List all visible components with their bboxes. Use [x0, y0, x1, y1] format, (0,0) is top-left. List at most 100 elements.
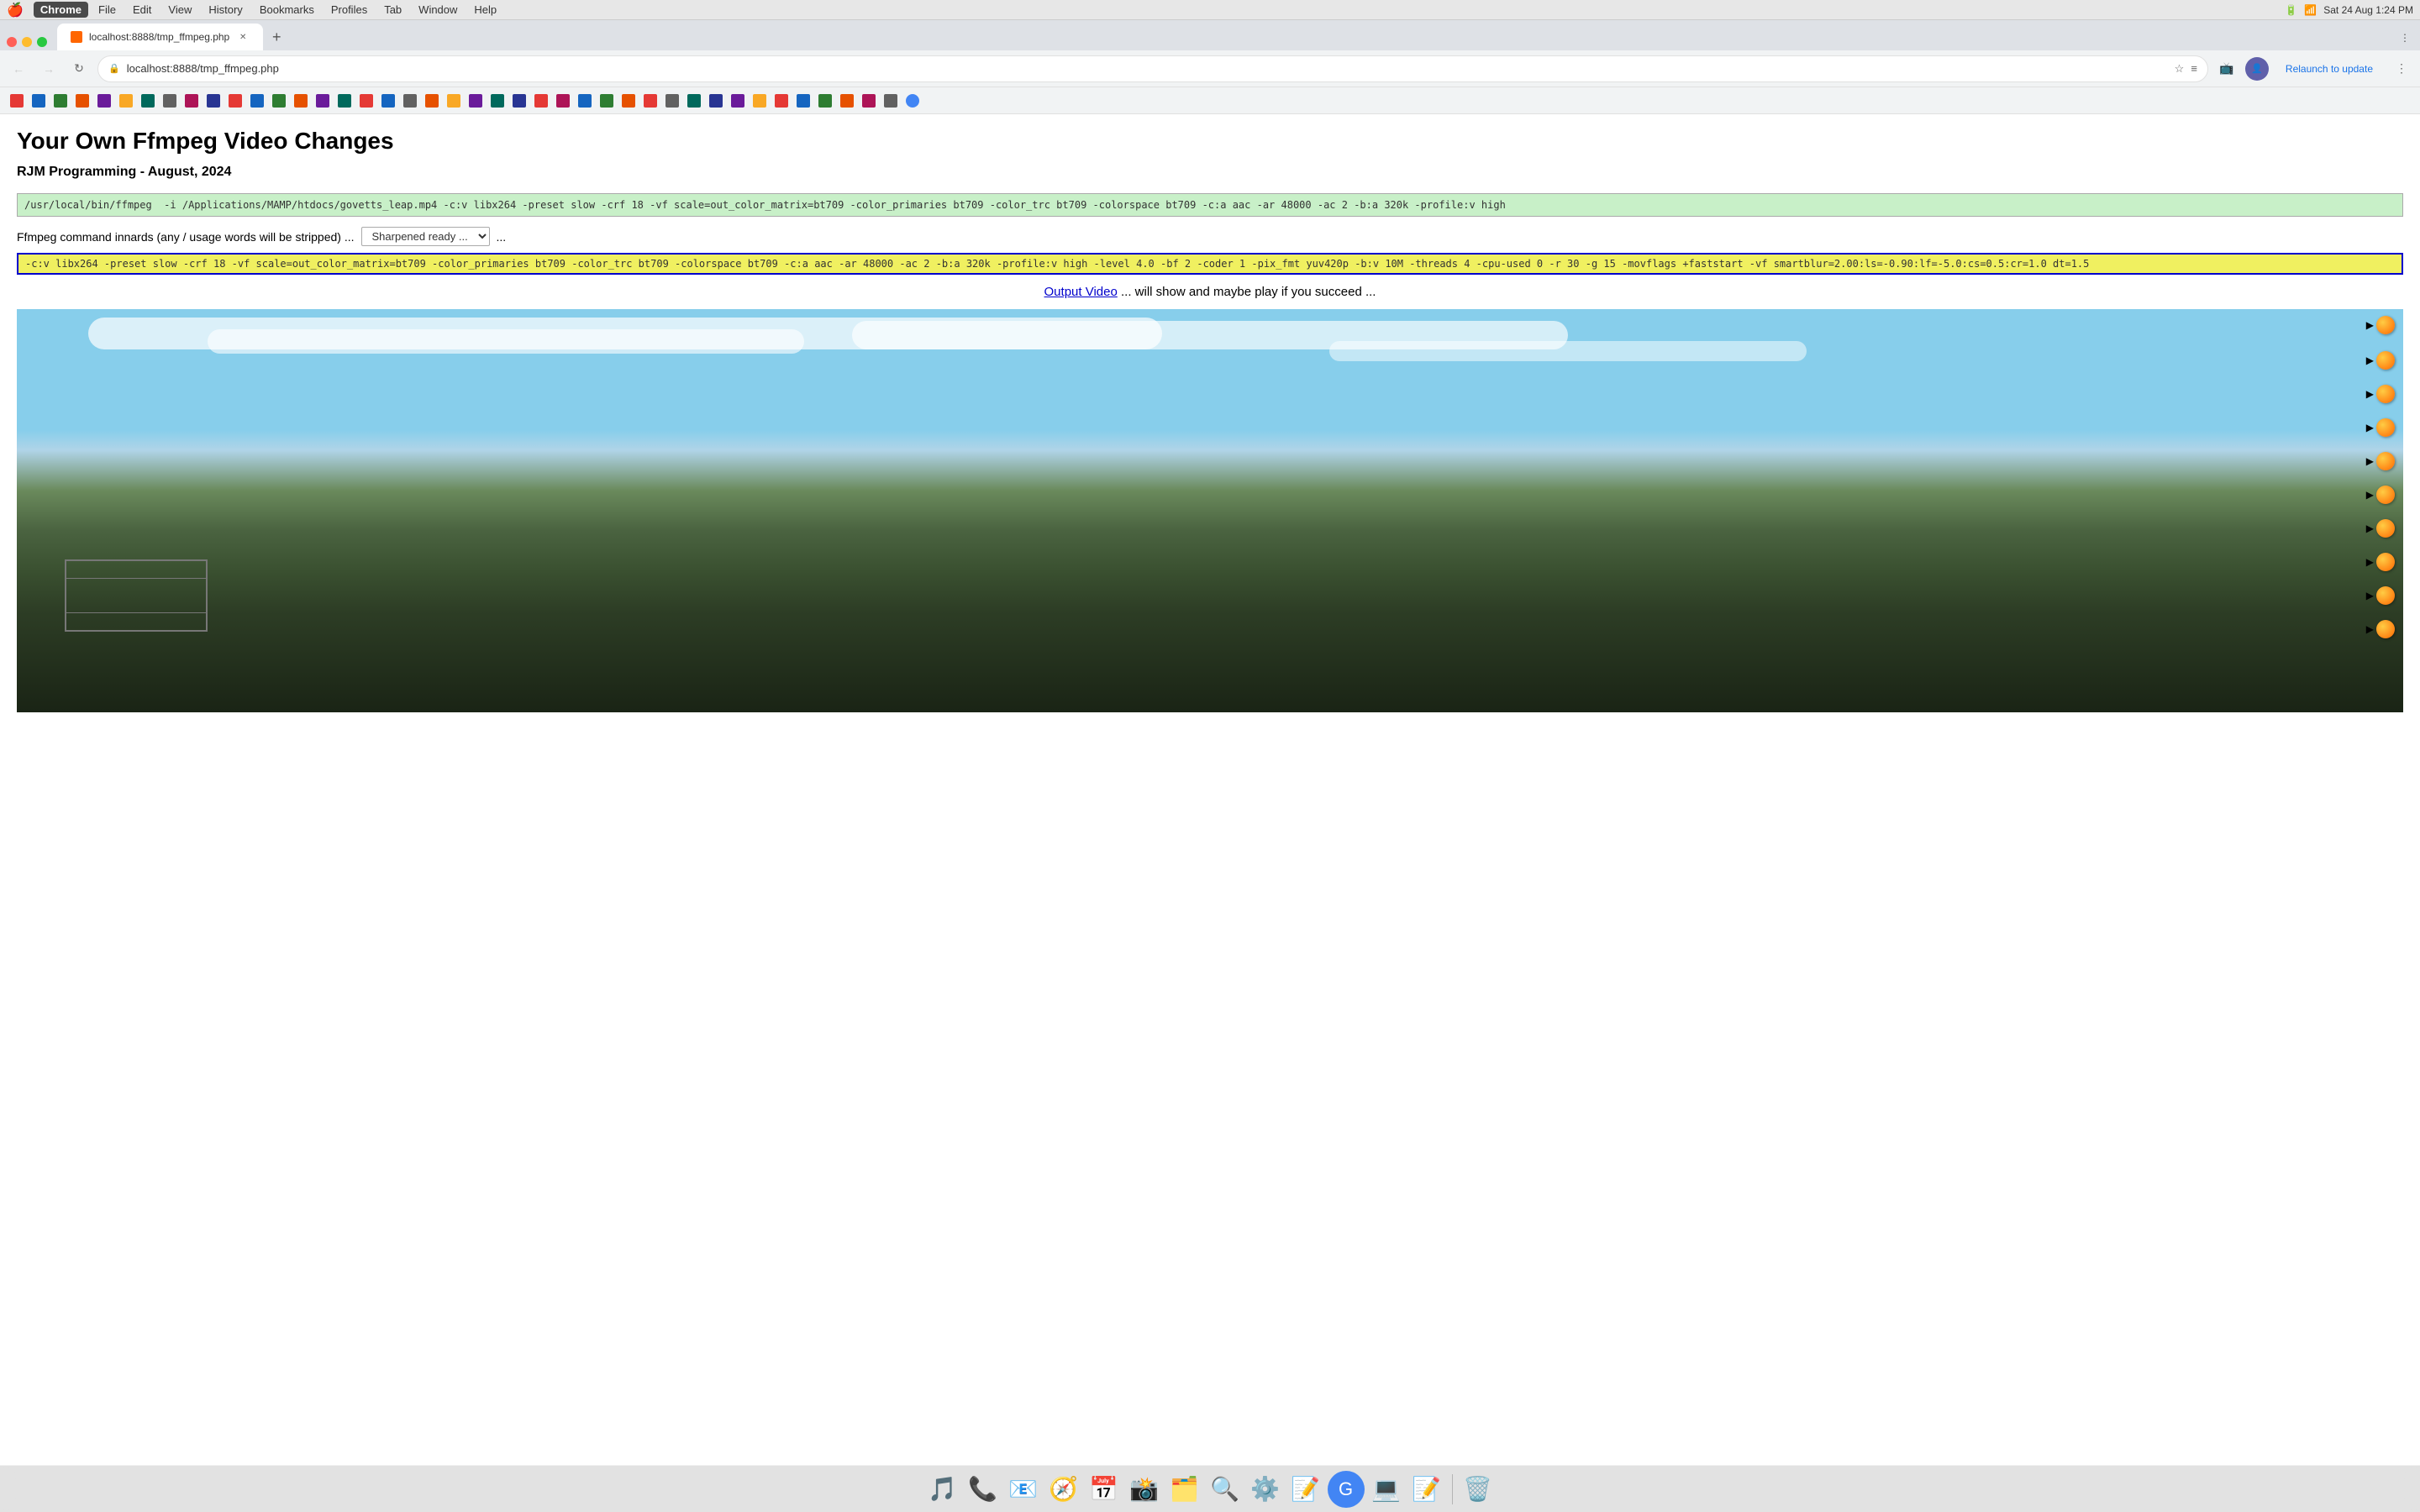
bookmark-item[interactable] [618, 91, 639, 111]
bookmark-item[interactable] [422, 91, 442, 111]
bookmark-item[interactable] [225, 91, 245, 111]
menubar-edit[interactable]: Edit [126, 2, 158, 18]
new-tab-button[interactable]: + [266, 27, 287, 47]
address-bar[interactable]: 🔒 localhost:8888/tmp_ffmpeg.php ☆ ≡ [97, 55, 2208, 82]
dock-safari[interactable]: 🧭 [1045, 1471, 1082, 1508]
cloud-2 [208, 329, 804, 354]
dock-spotlight[interactable]: 🔍 [1207, 1471, 1244, 1508]
dock-music[interactable]: 🎵 [924, 1471, 961, 1508]
bookmark-item[interactable] [487, 91, 508, 111]
orange-ball [2376, 620, 2395, 638]
bookmark-item[interactable] [728, 91, 748, 111]
page-content: Your Own Ffmpeg Video Changes RJM Progra… [0, 114, 2420, 1465]
page-subtitle: RJM Programming - August, 2024 [17, 165, 2403, 180]
bookmark-item[interactable] [269, 91, 289, 111]
cast-button[interactable]: 📺 [2215, 57, 2238, 81]
bookmark-item[interactable] [291, 91, 311, 111]
dock-terminal[interactable]: 💻 [1368, 1471, 1405, 1508]
bookmark-item[interactable] [793, 91, 813, 111]
dock-separator [1452, 1474, 1453, 1504]
close-button[interactable] [7, 37, 17, 47]
bookmark-item[interactable] [356, 91, 376, 111]
tab-menu-button[interactable]: ⋮ [2396, 29, 2413, 47]
relaunch-button[interactable]: Relaunch to update [2275, 60, 2383, 78]
dock-notes[interactable]: 📝 [1287, 1471, 1324, 1508]
cloud-4 [1329, 341, 1807, 361]
bookmark-item[interactable] [116, 91, 136, 111]
bookmark-item[interactable] [837, 91, 857, 111]
bookmark-star-icon[interactable]: ☆ [2175, 62, 2185, 76]
forward-button[interactable]: → [37, 57, 60, 81]
bookmark-item[interactable] [313, 91, 333, 111]
menubar-datetime: Sat 24 Aug 1:24 PM [2323, 4, 2413, 16]
url-text[interactable]: localhost:8888/tmp_ffmpeg.php [127, 62, 2168, 75]
tab-active[interactable]: localhost:8888/tmp_ffmpeg.php ✕ [57, 24, 263, 50]
bookmark-item[interactable] [94, 91, 114, 111]
menubar-battery: 🔋 [2285, 4, 2297, 16]
dock-calendar[interactable]: 📅 [1086, 1471, 1123, 1508]
dock-mail[interactable]: 📧 [1005, 1471, 1042, 1508]
menubar-help[interactable]: Help [467, 2, 503, 18]
bookmark-item[interactable] [771, 91, 792, 111]
bookmark-item[interactable] [531, 91, 551, 111]
bookmark-item[interactable] [640, 91, 660, 111]
bookmark-item[interactable] [29, 91, 49, 111]
dock-settings[interactable]: ⚙️ [1247, 1471, 1284, 1508]
menubar-file[interactable]: File [92, 2, 123, 18]
bookmark-item[interactable] [400, 91, 420, 111]
orange-ball [2376, 452, 2395, 470]
bookmark-item[interactable] [859, 91, 879, 111]
bookmark-item[interactable] [203, 91, 224, 111]
menubar-profiles[interactable]: Profiles [324, 2, 374, 18]
bookmark-item[interactable] [509, 91, 529, 111]
bookmark-item[interactable] [72, 91, 92, 111]
bookmark-item[interactable] [902, 91, 923, 111]
bookmark-item[interactable] [50, 91, 71, 111]
back-button[interactable]: ← [7, 57, 30, 81]
bookmark-item[interactable] [684, 91, 704, 111]
ffmpeg-select[interactable]: Sharpened ready ... [361, 227, 490, 246]
menubar: 🍎 Chrome File Edit View History Bookmark… [0, 0, 2420, 20]
profile-button[interactable]: 👤 [2245, 57, 2269, 81]
bookmark-item[interactable] [334, 91, 355, 111]
bookmark-item[interactable] [247, 91, 267, 111]
bookmark-item[interactable] [160, 91, 180, 111]
menubar-window[interactable]: Window [412, 2, 464, 18]
command-input[interactable] [17, 193, 2403, 217]
bookmark-item[interactable] [7, 91, 27, 111]
bookmark-item[interactable] [750, 91, 770, 111]
bookmark-item[interactable] [815, 91, 835, 111]
menubar-tab[interactable]: Tab [377, 2, 408, 18]
dock-photos[interactable]: 📸 [1126, 1471, 1163, 1508]
reload-button[interactable]: ↻ [67, 57, 91, 81]
bookmark-item[interactable] [706, 91, 726, 111]
dock-phone[interactable]: 📞 [965, 1471, 1002, 1508]
menubar-chrome[interactable]: Chrome [34, 2, 88, 18]
bookmark-item[interactable] [182, 91, 202, 111]
tab-close-button[interactable]: ✕ [236, 30, 250, 44]
orange-ball [2376, 553, 2395, 571]
bookmark-item[interactable] [466, 91, 486, 111]
more-options-button[interactable]: ⋮ [2390, 57, 2413, 81]
bookmark-item[interactable] [575, 91, 595, 111]
dock-chrome[interactable]: G [1328, 1471, 1365, 1508]
maximize-button[interactable] [37, 37, 47, 47]
menubar-view[interactable]: View [161, 2, 198, 18]
apple-menu[interactable]: 🍎 [7, 2, 24, 18]
bookmark-item[interactable] [378, 91, 398, 111]
bookmark-item[interactable] [597, 91, 617, 111]
bookmark-item[interactable] [881, 91, 901, 111]
orange-ball [2376, 316, 2395, 334]
dock-trash[interactable]: 🗑️ [1460, 1471, 1497, 1508]
reader-mode-icon[interactable]: ≡ [2191, 62, 2197, 75]
bookmark-item[interactable] [138, 91, 158, 111]
dock-vscode[interactable]: 📝 [1408, 1471, 1445, 1508]
output-video-link[interactable]: Output Video [1044, 285, 1118, 299]
bookmark-item[interactable] [662, 91, 682, 111]
bookmark-item[interactable] [444, 91, 464, 111]
menubar-history[interactable]: History [202, 2, 249, 18]
menubar-bookmarks[interactable]: Bookmarks [253, 2, 321, 18]
dock-finder[interactable]: 🗂️ [1166, 1471, 1203, 1508]
minimize-button[interactable] [22, 37, 32, 47]
bookmark-item[interactable] [553, 91, 573, 111]
